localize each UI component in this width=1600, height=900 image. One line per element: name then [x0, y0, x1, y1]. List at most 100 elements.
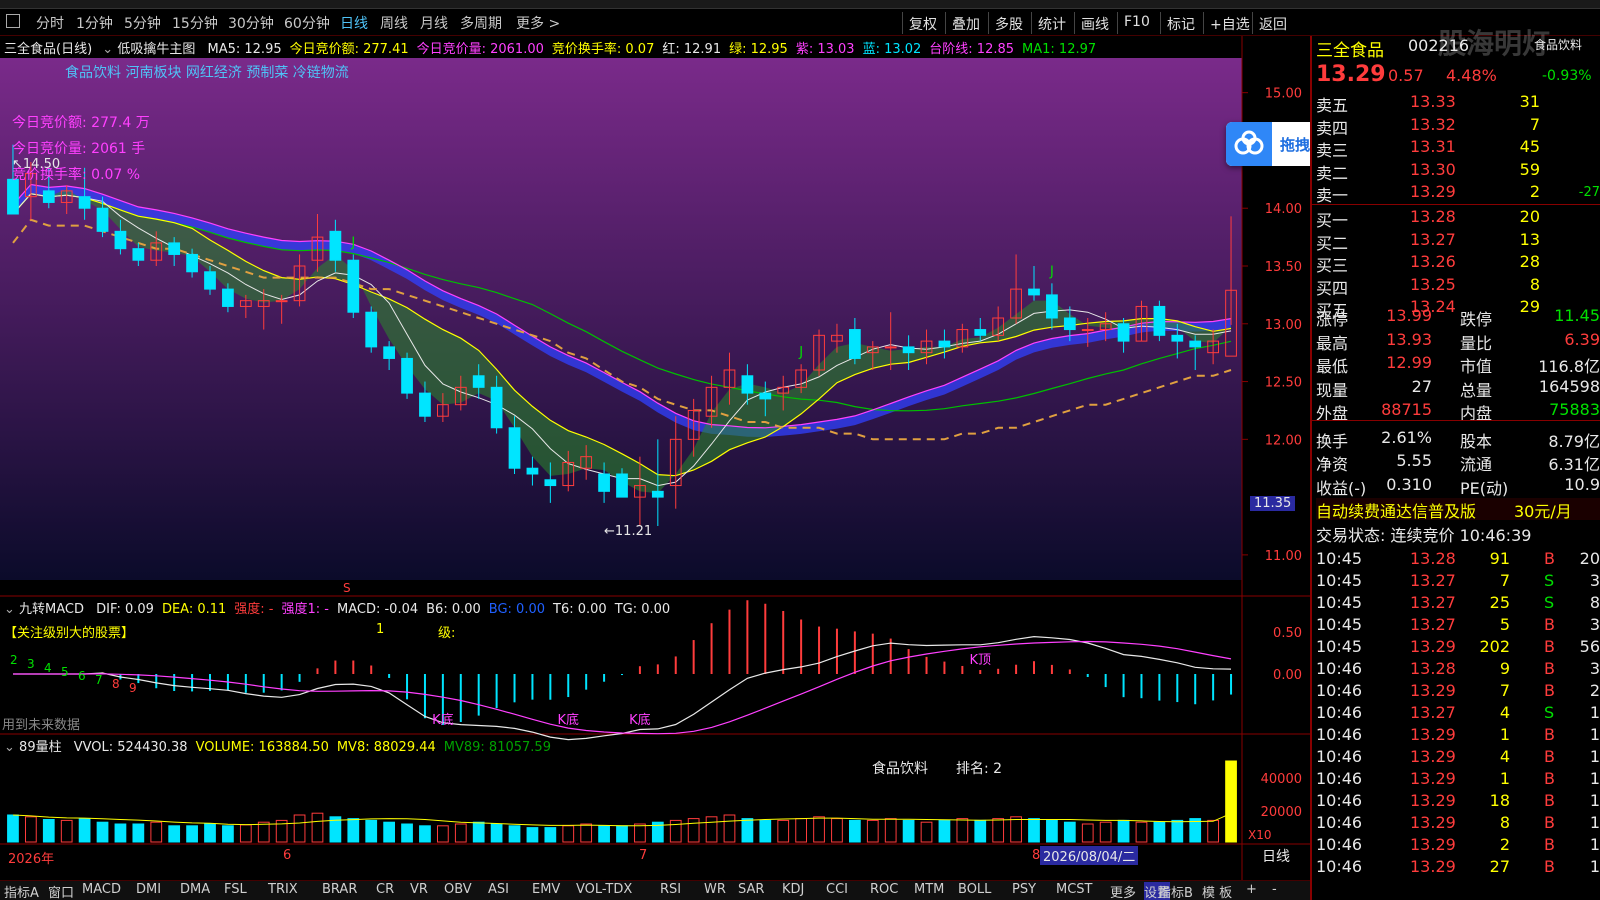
candle-body — [616, 473, 628, 498]
orderbook-volume: 8 — [1529, 274, 1540, 294]
ask-row-4[interactable]: 卖一 13.29 2 -27 — [1316, 182, 1600, 206]
indicator-tab-27[interactable]: 模 板 — [1202, 882, 1232, 900]
sector-tags[interactable]: 食品饮料 河南板块 网红经济 预制菜 冷链物流 — [65, 62, 349, 82]
tick-s: B — [1544, 857, 1555, 876]
indicator-tab-8[interactable]: CR — [376, 882, 394, 897]
bid-row-0[interactable]: 买一 13.28 20 — [1316, 207, 1600, 230]
volume-bar — [938, 819, 951, 843]
period-7[interactable]: 周线 — [380, 13, 408, 33]
indicator-tab-19[interactable]: ROC — [870, 882, 898, 897]
volume-bar — [490, 823, 503, 843]
volume-bar — [419, 825, 431, 843]
ask-row-2[interactable]: 卖三 13.31 45 — [1316, 137, 1600, 160]
toolbar-button-2[interactable]: 多股 — [988, 12, 1029, 34]
period-1[interactable]: 1分钟 — [76, 13, 113, 33]
period-10[interactable]: 更多 > — [516, 13, 560, 33]
indicator-tab-3[interactable]: DMI — [136, 882, 161, 897]
tick-t: 10:46 — [1316, 791, 1363, 810]
indicator-tab-10[interactable]: OBV — [444, 882, 472, 897]
tick-v: 8 — [1499, 813, 1510, 832]
period-2[interactable]: 5分钟 — [124, 13, 161, 33]
volume-title[interactable]: 89量柱 — [19, 740, 62, 755]
indicator-tab-14[interactable]: RSI — [660, 882, 681, 897]
indicator-tab-24[interactable]: 更多 — [1110, 882, 1136, 900]
period-9[interactable]: 多周期 — [460, 13, 502, 33]
tick-v: 1 — [1499, 725, 1510, 744]
indicator-tab-22[interactable]: PSY — [1012, 882, 1036, 897]
toolbar-button-3[interactable]: 统计 — [1031, 12, 1072, 34]
period-3[interactable]: 15分钟 — [172, 13, 218, 33]
indicator-tab-9[interactable]: VR — [410, 882, 428, 897]
toolbar-button-0[interactable]: 复权 — [902, 12, 943, 34]
indicator-tab-26[interactable]: 指标B — [1158, 882, 1193, 900]
indicator-tab-29[interactable]: - — [1272, 882, 1277, 897]
orderbook-volume: 13 — [1519, 229, 1540, 249]
indicator-tab-1[interactable]: 窗口 — [48, 882, 74, 900]
indicator-tab-7[interactable]: BRAR — [322, 882, 357, 897]
toolbar-button-1[interactable]: 叠加 — [945, 12, 986, 34]
period-5[interactable]: 60分钟 — [284, 13, 330, 33]
toolbar-button-5[interactable]: F10 — [1117, 12, 1156, 34]
indicator-tab-28[interactable]: + — [1246, 882, 1257, 897]
volume-bar — [831, 818, 843, 843]
promo-row[interactable]: 自动续费通达信普及版 30元/月 — [1316, 498, 1600, 521]
indicator-tab-2[interactable]: MACD — [82, 882, 121, 897]
toolbar-button-6[interactable]: 标记 — [1160, 12, 1201, 34]
volume-bar — [741, 818, 754, 843]
orderbook-label: 卖一 — [1316, 186, 1349, 206]
period-8[interactable]: 月线 — [420, 13, 448, 33]
indicator-tab-23[interactable]: MCST — [1056, 882, 1093, 897]
indicator-tab-13[interactable]: VOL-TDX — [576, 882, 632, 897]
indicator-tab-21[interactable]: BOLL — [958, 882, 991, 897]
volume-bar — [1063, 821, 1076, 843]
indicator-tab-5[interactable]: FSL — [224, 882, 247, 897]
period-0[interactable]: 分时 — [36, 13, 64, 33]
tick-t: 10:46 — [1316, 813, 1363, 832]
volume-bar — [526, 827, 539, 843]
ask-row-3[interactable]: 卖二 13.30 59 — [1316, 160, 1600, 183]
bid-row-2[interactable]: 买三 13.26 28 — [1316, 252, 1600, 275]
stat-row-2: 最低 12.99 市值 116.8亿 — [1316, 353, 1600, 376]
volume-bar — [168, 825, 181, 843]
stat-k2: 流通 — [1460, 455, 1493, 474]
stat-v2: 10.9 — [1564, 474, 1600, 494]
indicator-tab-17[interactable]: KDJ — [782, 882, 804, 897]
candle-body — [383, 346, 396, 359]
volume-sector: 食品饮料 — [872, 761, 928, 777]
volume-bar — [114, 823, 127, 843]
bid-row-1[interactable]: 买二 13.27 13 — [1316, 229, 1600, 253]
volume-bar — [1099, 821, 1112, 843]
kline-chart[interactable]: 15.00 14.00 13.50 13.00 12.50 12.00 11.00 J J J 0.… — [0, 36, 1310, 900]
indicator-tab-0[interactable]: 指标A — [4, 882, 39, 900]
indicator-tab-4[interactable]: DMA — [180, 882, 210, 897]
macd-title[interactable]: 九转MACD — [19, 602, 84, 617]
volume-bar — [1117, 819, 1130, 843]
chevron-down-icon[interactable]: ⌄ — [102, 42, 113, 57]
period-4[interactable]: 30分钟 — [228, 13, 274, 33]
indicator-tab-18[interactable]: CCI — [826, 882, 848, 897]
bid-row-3[interactable]: 买四 13.25 8 — [1316, 274, 1600, 298]
toolbar-button-4[interactable]: 画线 — [1074, 12, 1115, 34]
indicator-tab-12[interactable]: EMV — [532, 882, 560, 897]
toolbar-button-8[interactable]: 返回 — [1252, 12, 1293, 34]
volume-bar — [1225, 760, 1237, 843]
indicator-tab-11[interactable]: ASI — [488, 882, 509, 897]
chart-area[interactable]: 15.00 14.00 13.50 13.00 12.50 12.00 11.00 J J J 0.… — [0, 36, 1310, 900]
ask-row-0[interactable]: 卖五 13.33 31 — [1316, 92, 1600, 115]
indicator-name[interactable]: 低吸擒牛主图 — [117, 42, 195, 57]
stat-v2: 6.31亿 — [1548, 455, 1600, 474]
period-6[interactable]: 日线 — [340, 13, 368, 33]
menu-icon[interactable] — [6, 14, 20, 28]
chevron-down-icon[interactable]: ⌄ — [4, 602, 15, 617]
tick-row: 10:46 13.29 7 B 2 — [1316, 681, 1600, 703]
ask-row-1[interactable]: 卖四 13.32 7 — [1316, 115, 1600, 138]
indicator-tab-20[interactable]: MTM — [914, 882, 944, 897]
indicator-tab-15[interactable]: WR — [704, 882, 726, 897]
toolbar-button-7[interactable]: +自选 — [1203, 12, 1256, 34]
volume-bar — [1153, 821, 1166, 843]
macd-value-4: MACD: -0.04 — [337, 602, 419, 617]
stock-name[interactable]: 三全食品 — [1316, 36, 1384, 61]
chevron-down-icon[interactable]: ⌄ — [4, 740, 15, 755]
indicator-tab-6[interactable]: TRIX — [268, 882, 298, 897]
indicator-tab-16[interactable]: SAR — [738, 882, 764, 897]
